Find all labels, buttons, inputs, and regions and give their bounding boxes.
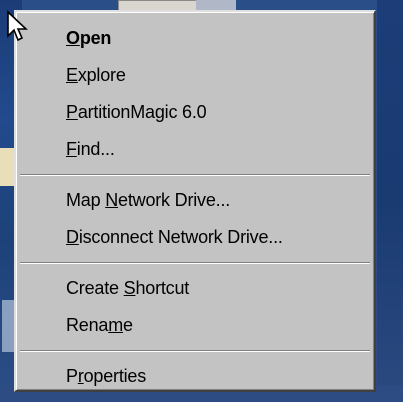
menu-item-create-shortcut[interactable]: Create Shortcut	[16, 270, 374, 307]
menu-item-create-shortcut-label: hortcut	[135, 278, 190, 298]
menu-separator	[20, 350, 370, 352]
menu-item-partitionmagic-accesskey: P	[66, 102, 78, 122]
menu-item-create-shortcut-accesskey: S	[123, 278, 136, 298]
context-menu: Open Explore PartitionMagic 6.0 Find... …	[14, 10, 376, 392]
desktop-background-right	[377, 0, 403, 402]
menu-item-explore-label: xplore	[77, 65, 126, 85]
menu-item-disconnect-network-drive[interactable]: Disconnect Network Drive...	[16, 219, 374, 256]
menu-item-open-label: pen	[79, 28, 112, 48]
menu-item-map-network-drive-label: etwork Drive...	[118, 190, 231, 210]
menu-item-find[interactable]: Find...	[16, 131, 374, 168]
menu-item-open[interactable]: Open	[16, 20, 374, 57]
menu-item-properties-label: operties	[83, 366, 147, 386]
menu-item-partitionmagic-label: artitionMagic 6.0	[77, 102, 207, 122]
menu-item-explore-accesskey: E	[66, 65, 78, 85]
menu-separator	[20, 174, 370, 176]
menu-item-rename-label: e	[123, 315, 133, 335]
menu-item-find-accesskey: F	[66, 139, 77, 159]
menu-item-create-shortcut-label-pre: Create	[66, 278, 124, 298]
menu-item-rename-accesskey: m	[108, 315, 124, 335]
menu-item-properties[interactable]: Properties	[16, 358, 374, 395]
mouse-pointer-icon	[7, 10, 28, 42]
menu-item-disconnect-accesskey: D	[66, 227, 79, 247]
menu-item-map-network-drive-label-pre: Map	[66, 190, 106, 210]
menu-item-disconnect-label: isconnect Network Drive...	[78, 227, 283, 247]
menu-item-rename[interactable]: Rename	[16, 307, 374, 344]
menu-item-properties-label-pre: P	[66, 366, 78, 386]
menu-item-find-label: ind...	[76, 139, 115, 159]
menu-item-partitionmagic[interactable]: PartitionMagic 6.0	[16, 94, 374, 131]
menu-item-map-network-drive[interactable]: Map Network Drive...	[16, 182, 374, 219]
menu-item-explore[interactable]: Explore	[16, 57, 374, 94]
menu-separator	[20, 262, 370, 264]
menu-item-map-network-drive-accesskey: N	[105, 190, 119, 210]
menu-item-open-accesskey: O	[66, 28, 80, 48]
menu-item-rename-label-pre: Rena	[66, 315, 109, 335]
